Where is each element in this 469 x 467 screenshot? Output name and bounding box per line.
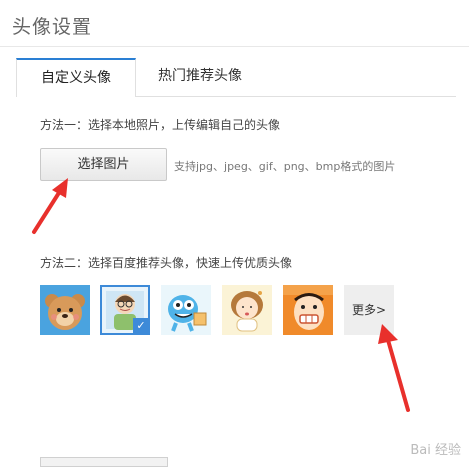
page-title: 头像设置 <box>12 16 93 38</box>
bear-avatar-icon <box>40 285 90 335</box>
selected-check-icon: ✓ <box>133 318 148 333</box>
watermark-logo: Bai 经验 <box>410 443 461 458</box>
red-arrow-icon <box>32 178 68 234</box>
girl-avatar-icon <box>222 285 272 335</box>
avatar-option-funny-face[interactable] <box>283 285 333 335</box>
avatar-option-girl[interactable] <box>222 285 272 335</box>
tab-custom-avatar[interactable]: 自定义头像 <box>16 58 136 97</box>
title-divider <box>0 46 469 47</box>
tab-bar: 自定义头像 热门推荐头像 <box>16 58 456 97</box>
method-one-text: 方法一：选择本地照片，上传编辑自己的头像 <box>40 118 281 132</box>
red-arrow-icon <box>378 324 410 412</box>
avatar-option-boy[interactable]: ✓ <box>100 285 150 335</box>
tab-popular-avatars[interactable]: 热门推荐头像 <box>144 58 256 94</box>
method-two-text: 方法二：选择百度推荐头像，快速上传优质头像 <box>40 256 293 270</box>
avatar-option-bear[interactable] <box>40 285 90 335</box>
avatar-option-monster[interactable] <box>161 285 211 335</box>
confirm-button-partial[interactable] <box>40 457 168 467</box>
funny-face-avatar-icon <box>283 285 333 335</box>
format-hint: 支持jpg、jpeg、gif、png、bmp格式的图片 <box>174 160 396 173</box>
monster-avatar-icon <box>161 285 211 335</box>
